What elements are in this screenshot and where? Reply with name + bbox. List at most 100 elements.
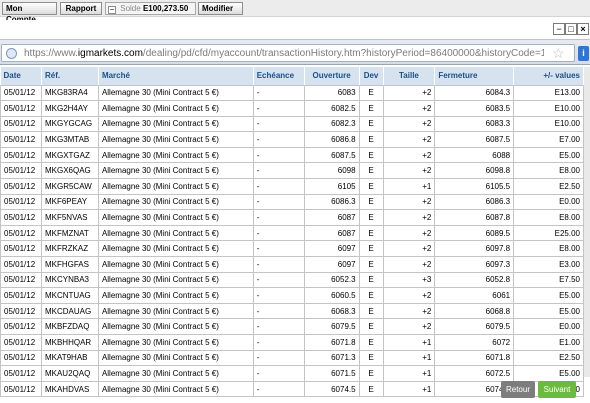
col-fermeture-header[interactable]: Fermeture xyxy=(434,67,515,86)
col-ouverture-cell: 6068.3 xyxy=(303,302,360,320)
col-taille-cell: +2 xyxy=(382,84,436,102)
col-values-header[interactable]: +/- values xyxy=(513,67,584,86)
col-marche-cell: Allemagne 30 (Mini Contract 5 €) xyxy=(97,209,254,226)
globe-icon xyxy=(6,48,17,59)
col-ref-cell: MKAT9HAB xyxy=(40,349,99,367)
maximize-icon[interactable]: □ xyxy=(565,23,577,35)
col-date-cell: 05/01/12 xyxy=(0,271,42,289)
bookmark-star-icon[interactable]: ☆ xyxy=(552,45,565,61)
col-fermeture-cell: 6083.3 xyxy=(434,115,515,133)
table-row: 05/01/12 MKGR5CAW Allemagne 30 (Mini Contr… xyxy=(0,178,584,195)
retour-button[interactable]: Retour xyxy=(501,381,535,398)
col-values-cell: E1.00 xyxy=(513,334,584,351)
col-date-cell: 05/01/12 xyxy=(0,178,42,195)
col-date-cell: 05/01/12 xyxy=(0,318,42,335)
col-echeance-header[interactable]: Echéance xyxy=(253,67,305,86)
col-taille-cell: +2 xyxy=(382,209,436,226)
col-ouverture-cell: 6086.3 xyxy=(303,193,360,211)
modifier-dropdown[interactable]: Modifier ▼ xyxy=(198,2,243,26)
col-taille-cell: +1 xyxy=(382,365,436,382)
col-marche-cell: Allemagne 30 (Mini Contract 5 €) xyxy=(97,115,254,133)
table-row: 05/01/12 MKAT9HAB Allemagne 30 (Mini Contr… xyxy=(0,349,584,367)
col-ouverture-cell: 6083 xyxy=(303,84,360,102)
col-fermeture-cell: 6061 xyxy=(434,287,515,304)
col-ref-header[interactable]: Réf. xyxy=(41,67,99,86)
table-row: 05/01/12 MKFRZKAZ Allemagne 30 (Mini Contr… xyxy=(0,240,584,258)
col-ref-cell: MKG83RA4 xyxy=(40,84,99,102)
minimize-icon[interactable]: − xyxy=(553,23,565,35)
col-marche-cell: Allemagne 30 (Mini Contract 5 €) xyxy=(97,256,254,273)
col-dev-cell: E xyxy=(358,365,384,382)
info-icon[interactable]: i xyxy=(578,46,589,61)
col-marche-cell: Allemagne 30 (Mini Contract 5 €) xyxy=(97,240,254,258)
col-ouverture-cell: 6071.3 xyxy=(303,349,360,367)
table-row: 05/01/12 MKBFZDAQ Allemagne 30 (Mini Contr… xyxy=(0,318,584,335)
col-echeance-cell: - xyxy=(252,365,305,382)
col-dev-cell: E xyxy=(358,146,384,164)
col-ref-cell: MKG2H4AY xyxy=(40,100,99,117)
col-echeance-cell: - xyxy=(252,318,305,335)
url-field[interactable]: https://www.igmarkets.com/dealing/pd/cfd… xyxy=(1,44,575,62)
col-values-cell: E8.00 xyxy=(513,162,584,180)
col-dev-cell: E xyxy=(358,209,384,226)
col-ref-cell: MKGX6QAG xyxy=(40,162,99,180)
col-ouverture-cell: 6087.5 xyxy=(303,146,360,164)
col-taille-cell: +2 xyxy=(382,287,436,304)
col-marche-cell: Allemagne 30 (Mini Contract 5 €) xyxy=(97,318,254,335)
table-row: 05/01/12 MKGYGCAG Allemagne 30 (Mini Contr… xyxy=(0,115,584,133)
table-row: 05/01/12 MKF5NVAS Allemagne 30 (Mini Contr… xyxy=(0,209,584,226)
col-dev-cell: E xyxy=(358,193,384,211)
rapport-button[interactable]: Rapport xyxy=(60,2,102,15)
col-marche-cell: Allemagne 30 (Mini Contract 5 €) xyxy=(97,193,254,211)
col-ouverture-cell: 6071.8 xyxy=(303,334,360,351)
solde-label: Solde xyxy=(120,4,141,13)
col-ref-cell: MKBFZDAQ xyxy=(40,318,99,335)
col-ouverture-cell: 6082.5 xyxy=(303,100,360,117)
col-ouverture-cell: 6082.3 xyxy=(303,115,360,133)
table-row: 05/01/12 MKBHHQAR Allemagne 30 (Mini Contr… xyxy=(0,334,584,351)
col-date-cell: 05/01/12 xyxy=(0,287,42,304)
col-date-header[interactable]: Date xyxy=(0,67,42,86)
table-body: 05/01/12 MKG83RA4 Allemagne 30 (Mini Contr… xyxy=(0,84,584,398)
url-text: https://www.igmarkets.com/dealing/pd/cfd… xyxy=(24,48,544,59)
col-dev-header[interactable]: Dev xyxy=(359,67,384,86)
table-row: 05/01/12 MKG3MTAB Allemagne 30 (Mini Contr… xyxy=(0,131,584,148)
col-values-cell: E7.50 xyxy=(513,271,584,289)
col-dev-cell: E xyxy=(358,240,384,258)
col-fermeture-cell: 6072.5 xyxy=(434,365,515,382)
col-marche-header[interactable]: Marché xyxy=(98,67,254,86)
col-ouverture-cell: 6060.5 xyxy=(303,287,360,304)
close-icon[interactable]: × xyxy=(577,23,589,35)
col-ouverture-header[interactable]: Ouverture xyxy=(304,67,360,86)
col-date-cell: 05/01/12 xyxy=(0,115,42,133)
col-date-cell: 05/01/12 xyxy=(0,209,42,226)
col-taille-cell: +2 xyxy=(382,162,436,180)
col-values-cell: E0.00 xyxy=(513,193,584,211)
suivant-button[interactable]: Suivant xyxy=(538,381,576,398)
col-values-cell: E2.50 xyxy=(513,349,584,367)
col-taille-cell: +2 xyxy=(382,302,436,320)
col-values-cell: E3.00 xyxy=(513,256,584,273)
col-echeance-cell: - xyxy=(252,193,305,211)
mon-compte-button[interactable]: Mon Compte xyxy=(2,2,57,24)
col-values-cell: E2.50 xyxy=(513,178,584,195)
col-ouverture-cell: 6052.3 xyxy=(303,271,360,289)
col-echeance-cell: - xyxy=(252,349,305,367)
col-ref-cell: MKCDAUAG xyxy=(40,302,99,320)
col-taille-cell: +2 xyxy=(382,256,436,273)
col-taille-cell: +2 xyxy=(382,131,436,148)
table-header-row: Date Réf. Marché Echéance Ouverture Dev Taille… xyxy=(0,67,584,86)
col-ouverture-cell: 6079.5 xyxy=(303,318,360,335)
scrollbar[interactable] xyxy=(584,67,590,377)
collapse-icon[interactable]: − xyxy=(108,6,116,14)
col-ouverture-cell: 6087 xyxy=(303,209,360,226)
col-fermeture-cell: 6068.8 xyxy=(434,302,515,320)
col-taille-cell: +2 xyxy=(382,100,436,117)
table-row: 05/01/12 MKGX6QAG Allemagne 30 (Mini Contr… xyxy=(0,162,584,180)
col-marche-cell: Allemagne 30 (Mini Contract 5 €) xyxy=(97,334,254,351)
col-taille-header[interactable]: Taille xyxy=(383,67,436,86)
col-ouverture-cell: 6086.8 xyxy=(303,131,360,148)
col-dev-cell: E xyxy=(358,115,384,133)
col-ref-cell: MKFMZNAT xyxy=(40,224,99,242)
col-taille-cell: +2 xyxy=(382,115,436,133)
